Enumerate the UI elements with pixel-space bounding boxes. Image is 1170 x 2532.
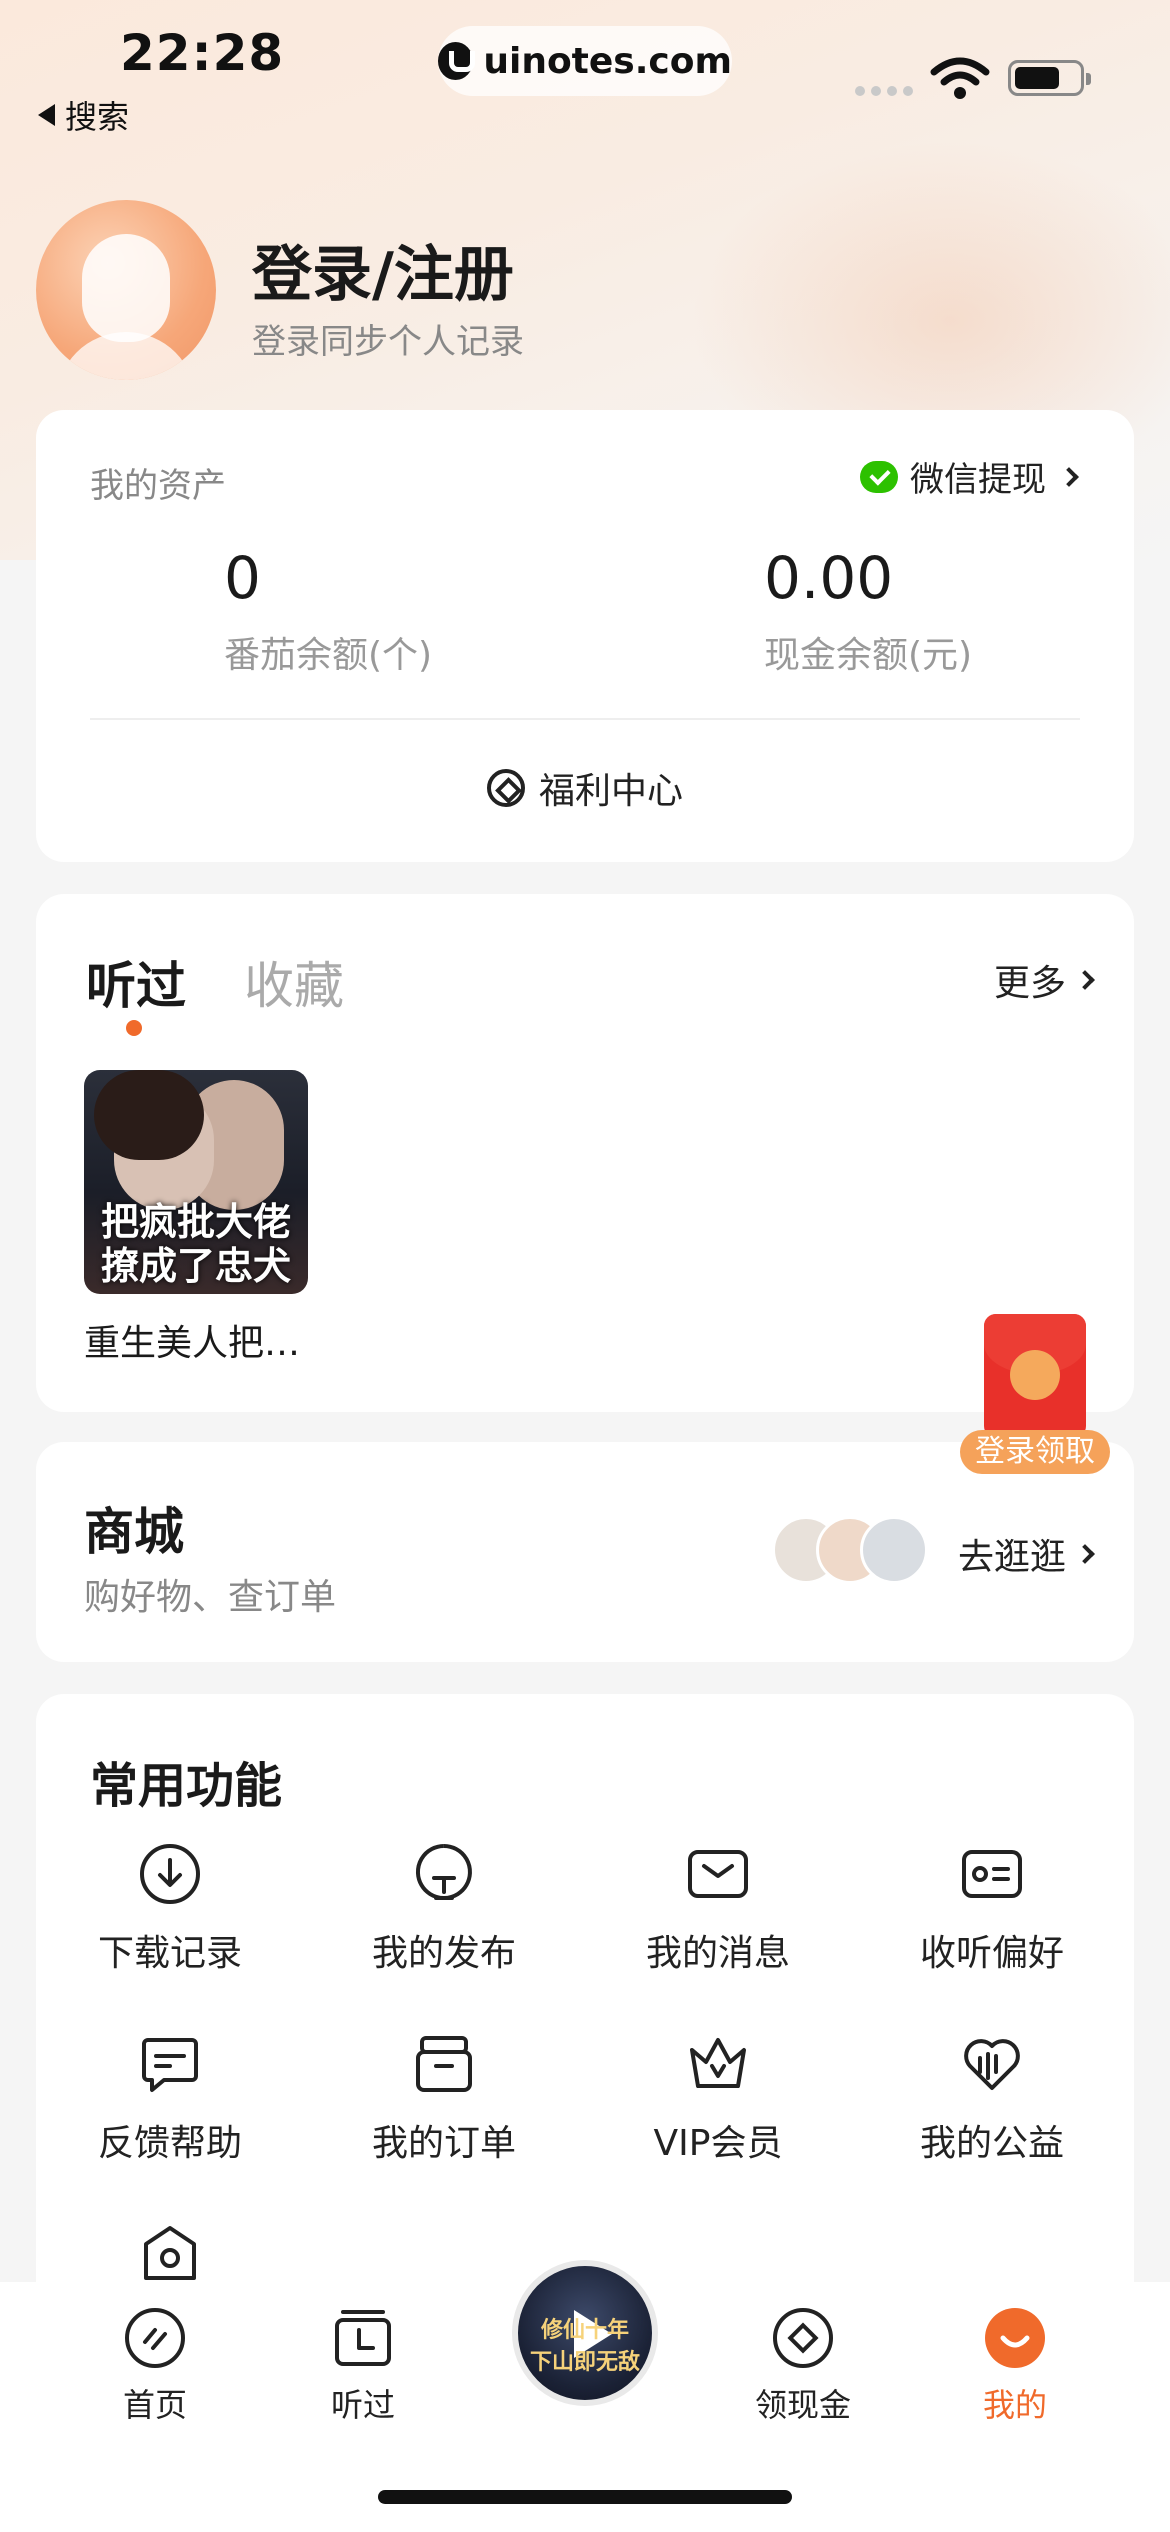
tab-listened[interactable]: 听过 [86,946,186,1018]
shop-product-thumbnails [772,1516,942,1588]
status-time: 22:28 [120,24,285,82]
nav-earn-cash[interactable]: 领现金 [718,2306,888,2426]
function-label: 我的公益 [919,2123,1064,2164]
welfare-icon [486,769,525,807]
function-my-charity[interactable]: 我的公益 [872,2032,1112,2166]
battery-icon [1008,60,1091,96]
function-my-orders[interactable]: 我的订单 [324,2032,564,2166]
order-icon [416,2036,472,2092]
chevron-right-icon [1059,466,1079,487]
feedback-icon [142,2038,198,2092]
download-icon [140,1844,200,1904]
function-my-publish[interactable]: 我的发布 [324,1842,564,1976]
wechat-withdraw-button[interactable]: 微信提现 [860,452,1079,501]
assets-card: 我的资产 微信提现 0 番茄余额(个) 0.00 现金余额(元) 福利中心 [36,410,1134,862]
shop-go-label: 去逛逛 [957,1537,1066,1578]
function-label: 我的消息 [645,1933,790,1974]
function-label: 我的发布 [371,1933,516,1974]
tomato-balance-label: 番茄余额(个) [224,635,433,676]
tomato-balance-value[interactable]: 0 [224,544,261,612]
function-listen-preference[interactable]: 收听偏好 [872,1842,1112,1976]
cash-balance-value[interactable]: 0.00 [764,544,893,612]
cash-balance-label: 现金余额(元) [764,635,973,676]
back-label: 搜索 [65,98,130,136]
tab-favorites[interactable]: 收藏 [244,946,344,1018]
shop-go-button[interactable]: 去逛逛 [957,1528,1095,1580]
function-download-records[interactable]: 下载记录 [50,1842,290,1976]
url-text: uinotes.com [483,40,732,82]
book-cover[interactable]: 把疯批大佬撩成了忠犬 [84,1070,308,1294]
charity-icon [964,2039,1020,2090]
more-button[interactable]: 更多 [993,954,1095,1006]
profile-icon [985,2308,1045,2368]
shop-title: 商城 [84,1503,184,1561]
function-label: 我的订单 [371,2123,516,2164]
chevron-right-icon [1075,970,1095,990]
welfare-center-button[interactable]: 福利中心 [36,762,1134,814]
history-icon [335,2310,391,2366]
function-label: 反馈帮助 [97,2123,242,2164]
publish-icon [415,1844,472,1900]
red-packet-icon[interactable] [984,1314,1086,1438]
welfare-label: 福利中心 [538,771,683,812]
function-my-messages[interactable]: 我的消息 [598,1842,838,1976]
wifi-icon [930,57,990,99]
home-indicator[interactable] [378,2490,792,2504]
nav-home[interactable]: 首页 [70,2306,240,2426]
crown-icon [690,2038,746,2088]
nav-label: 领现金 [754,2386,851,2424]
back-arrow-icon [38,104,55,126]
signal-icon [855,86,913,96]
site-logo-icon [438,42,476,80]
home-icon [125,2308,185,2368]
assets-label: 我的资产 [90,466,226,506]
login-subtitle: 登录同步个人记录 [252,322,524,362]
shop-subtitle: 购好物、查订单 [84,1577,337,1618]
login-register-title[interactable]: 登录/注册 [252,226,514,313]
nav-label: 听过 [330,2386,395,2424]
mini-player[interactable]: 修仙十年 下山即无敌 [512,2260,658,2406]
nav-label: 首页 [122,2386,187,2424]
function-feedback-help[interactable]: 反馈帮助 [50,2032,290,2166]
history-card: 听过 收藏 更多 把疯批大佬撩成了忠犬 重生美人把… [36,894,1134,1412]
url-pill[interactable]: uinotes.com [438,26,732,96]
book-title[interactable]: 重生美人把… [84,1314,300,1366]
nav-label: 我的 [982,2386,1047,2424]
avatar[interactable] [36,200,216,380]
cash-icon [773,2308,833,2368]
function-label: VIP会员 [653,2123,783,2164]
function-vip-member[interactable]: VIP会员 [598,2032,838,2166]
more-label: 更多 [993,963,1066,1004]
message-icon [688,1850,748,1898]
functions-title: 常用功能 [90,1758,283,1814]
book-cover-title: 把疯批大佬撩成了忠犬 [100,1199,291,1288]
functions-card: 常用功能 下载记录 我的发布 我的消息 收听偏好 反馈帮助 我的订单 VIP会员… [36,1694,1134,2314]
player-cover-text: 修仙十年 下山即无敌 [529,2318,640,2375]
nav-profile[interactable]: 我的 [930,2306,1100,2426]
camera-icon [144,2226,196,2280]
nav-history[interactable]: 听过 [278,2306,448,2426]
active-tab-indicator [126,1020,142,1036]
shop-card[interactable]: 商城 购好物、查订单 去逛逛 [36,1442,1134,1662]
function-partial-next[interactable] [50,2222,290,2286]
wechat-withdraw-label: 微信提现 [910,460,1046,500]
preference-icon [962,1850,1022,1898]
red-packet-label[interactable]: 登录领取 [960,1430,1110,1474]
chevron-right-icon [1075,1544,1095,1564]
function-label: 收听偏好 [919,1933,1064,1974]
back-to-search[interactable]: 搜索 [38,92,129,138]
divider [90,718,1080,720]
wechat-icon [860,460,898,493]
function-label: 下载记录 [97,1933,242,1974]
